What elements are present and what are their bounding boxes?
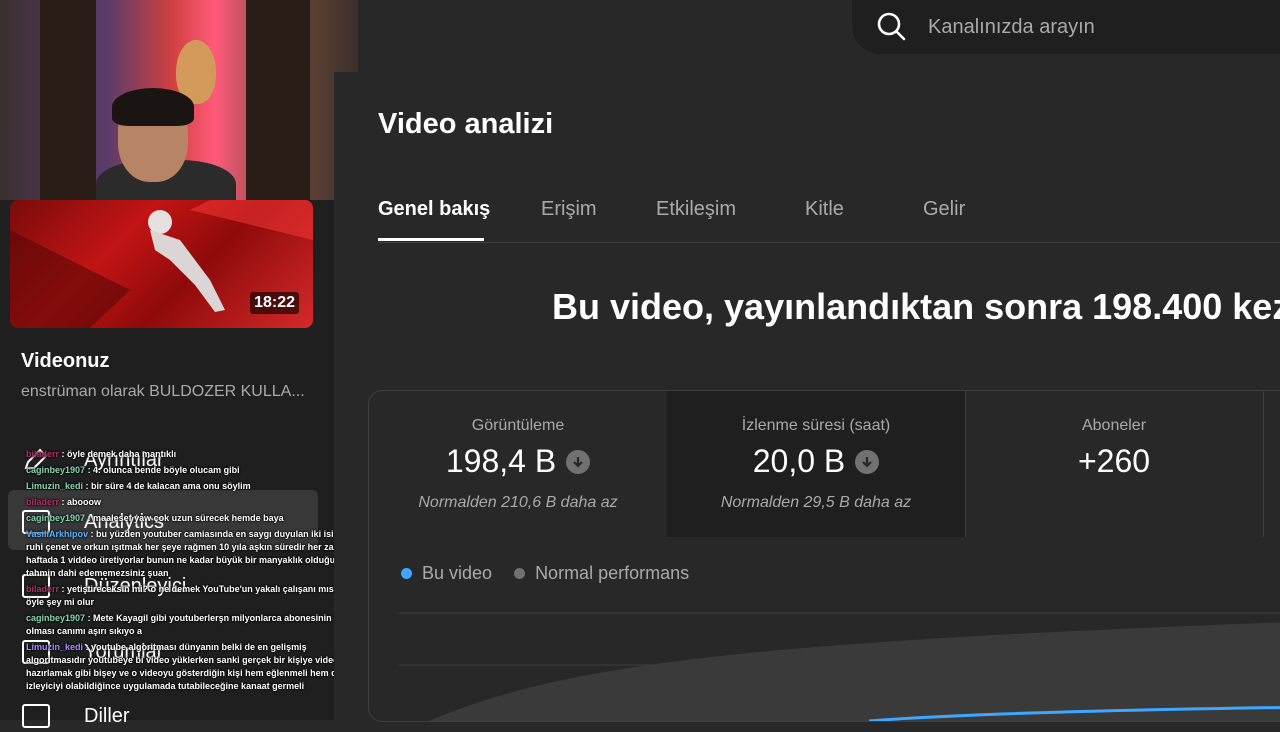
tab-overview[interactable]: Genel bakış (378, 198, 490, 221)
metric-value-row: 198,4 B (369, 443, 667, 480)
metric-value: +260 (1077, 443, 1151, 479)
arrow-down-icon (855, 449, 880, 474)
chat-user: biladerr (26, 497, 60, 507)
chat-user: Limuzin_kedi (26, 642, 84, 652)
search-box[interactable] (852, 0, 1280, 54)
top-bar (358, 0, 1280, 72)
metric-subscribers[interactable]: Aboneler +260 (965, 391, 1264, 537)
main-content: Video analizi Genel bakış Erişim Etkileş… (334, 72, 1280, 722)
chat-text: : maalesef yaw çok uzun sürecek hemde ba… (87, 513, 284, 523)
legend-label: Normal performans (535, 563, 690, 583)
nav-item-label: Diller (84, 704, 130, 727)
views-headline: Bu video, yayınlandıktan sonra 198.400 k… (552, 286, 1280, 327)
chat-message: Limuzin_kedi : bir süre 4 de kalacan ama… (26, 480, 360, 493)
nav-item-languages[interactable]: Diller (22, 700, 130, 732)
tab-engagement[interactable]: Etkileşim (656, 198, 736, 221)
chat-user: VasiliArkhipov (26, 529, 89, 539)
tab-bar: Genel bakış Erişim Etkileşim Kitle Gelir (378, 190, 1280, 243)
metric-note: Normalden 210,6 B daha az (418, 494, 618, 511)
chat-message: biladerr : abooow (26, 496, 360, 509)
subtitles-icon (22, 704, 50, 728)
chat-text: : yetiştireceksin mi? o ne demek YouTube… (26, 584, 348, 607)
chat-user: caginbey1907 (26, 465, 86, 475)
video-title[interactable]: enstrüman olarak BULDOZER KULLA... (21, 383, 311, 401)
chat-user: Limuzin_kedi (26, 481, 84, 491)
active-tab-indicator (378, 238, 484, 241)
series-area-typical (429, 622, 1280, 721)
metric-value: 198,4 B (445, 443, 557, 479)
chat-user: caginbey1907 (26, 613, 86, 623)
section-title: Videonuz (21, 350, 110, 372)
metric-value-row: +260 (965, 443, 1263, 480)
chat-user: caginbey1907 (26, 513, 86, 523)
bookshelf (246, 0, 310, 200)
video-duration: 18:22 (250, 292, 299, 314)
chat-text: : 4. olunca bende böyle olucam gibi (87, 465, 240, 475)
chat-text: : abooow (61, 497, 102, 507)
metric-label: Aboneler (1081, 417, 1147, 434)
metric-watch-time[interactable]: İzlenme süresi (saat) 20,0 B Normalden 2… (667, 391, 966, 537)
search-input[interactable] (926, 14, 1280, 40)
metric-label: İzlenme süresi (saat) (741, 417, 891, 434)
arrow-down-icon (566, 449, 591, 474)
legend-item-this-video[interactable]: Bu video (401, 563, 492, 584)
metric-value-row: 20,0 B (667, 443, 965, 480)
chat-user: biladerr (26, 449, 60, 459)
chat-message: biladerr : yetiştireceksin mi? o ne deme… (26, 583, 360, 609)
chat-message: biladerr : öyle demek daha mantıklı (26, 448, 360, 461)
tab-revenue[interactable]: Gelir (923, 198, 965, 221)
chat-user: biladerr (26, 584, 60, 594)
chat-text: : öyle demek daha mantıklı (61, 449, 177, 459)
metrics-card: Görüntüleme 198,4 B Normalden 210,6 B da… (368, 390, 1280, 722)
chat-overlay: biladerr : öyle demek daha mantıklı cagi… (26, 448, 360, 696)
metric-views[interactable]: Görüntüleme 198,4 B Normalden 210,6 B da… (369, 391, 668, 537)
chat-message: VasiliArkhipov : bu yüzden youtuber cami… (26, 528, 360, 580)
metric-label: Görüntüleme (471, 417, 565, 434)
webcam-overlay (0, 0, 358, 200)
chat-message: Limuzin_kedi : youtube algoritması dünya… (26, 641, 360, 693)
chat-text: : bir süre 4 de kalacan ama onu söylim (85, 481, 251, 491)
video-thumbnail[interactable]: 18:22 (10, 200, 313, 328)
person-hair (112, 88, 194, 126)
bookshelf (40, 0, 96, 200)
legend-item-typical[interactable]: Normal performans (514, 563, 689, 584)
legend-label: Bu video (422, 563, 493, 583)
chat-message: caginbey1907 : maalesef yaw çok uzun sür… (26, 512, 360, 525)
tab-audience[interactable]: Kitle (805, 198, 844, 221)
chart-legend: Bu video Normal performans (401, 563, 689, 584)
performance-chart (399, 612, 1280, 721)
search-icon[interactable] (874, 9, 910, 45)
chat-message: caginbey1907 : Mete Kayagil gibi youtube… (26, 612, 360, 638)
chat-message: caginbey1907 : 4. olunca bende böyle olu… (26, 464, 360, 477)
page-title: Video analizi (378, 108, 554, 140)
legend-dot-gray (514, 568, 526, 579)
tab-reach[interactable]: Erişim (541, 198, 597, 221)
legend-dot-blue (401, 568, 412, 579)
metric-value: 20,0 B (752, 443, 846, 479)
metric-note: Normalden 29,5 B daha az (720, 494, 912, 511)
